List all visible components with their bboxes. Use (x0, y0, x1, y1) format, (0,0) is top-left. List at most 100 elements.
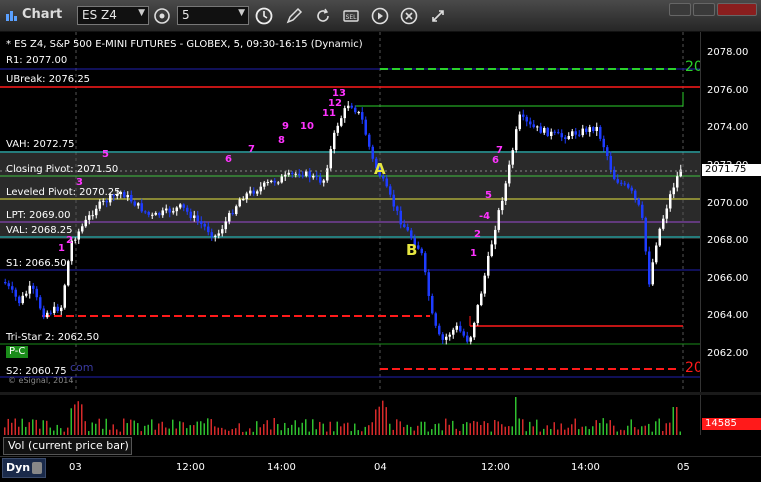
volume-bar (175, 428, 177, 435)
lock-icon[interactable] (32, 462, 42, 474)
volume-bar (70, 408, 72, 435)
price-bar-body (648, 251, 651, 285)
chevron-down-icon[interactable]: ▼ (138, 8, 145, 18)
volume-bar (368, 425, 370, 435)
volume-bar (501, 424, 503, 435)
volume-bar (396, 419, 398, 435)
volume-bar (546, 425, 548, 435)
price-bar-body (476, 305, 479, 323)
screenshot-icon[interactable]: SEL (341, 6, 361, 26)
price-bar-body (567, 136, 570, 140)
volume-bar (644, 425, 646, 435)
price-bar-body (574, 131, 577, 135)
volume-pane[interactable] (0, 395, 700, 435)
volume-bar (378, 406, 380, 435)
price-bar-body (280, 176, 283, 183)
price-chart[interactable] (0, 32, 700, 392)
volume-bar (298, 427, 300, 435)
symbol-options-icon[interactable] (152, 6, 172, 26)
volume-bar (284, 422, 286, 435)
price-bar-body (305, 171, 308, 176)
price-bar-body (88, 215, 91, 220)
volume-bar (249, 428, 251, 435)
link-icon[interactable] (428, 6, 448, 26)
countdown-label: 13 (332, 88, 346, 99)
volume-label-box[interactable]: Vol (current price bar) (3, 437, 132, 455)
volume-bar (42, 420, 44, 435)
price-bar-body (151, 214, 154, 216)
chevron-down-icon[interactable]: ▼ (238, 8, 245, 18)
price-bar-body (207, 226, 210, 233)
volume-bar (193, 425, 195, 435)
price-tick: 2078.00 (707, 47, 749, 58)
interval-input[interactable]: 5 ▼ (177, 6, 249, 25)
volume-bar (581, 426, 583, 435)
volume-bar (354, 423, 356, 435)
price-bar-body (21, 295, 24, 304)
dyn-label: Dyn (6, 461, 31, 474)
close-icon[interactable] (399, 6, 419, 26)
volume-bar (403, 427, 405, 435)
price-bar-body (434, 313, 437, 326)
price-bar-body (571, 131, 574, 137)
price-bar-body (210, 232, 213, 237)
price-bar-body (368, 134, 371, 147)
price-bar-body (665, 208, 668, 219)
countdown-label: 7 (496, 145, 503, 156)
window-close-button[interactable] (717, 3, 757, 16)
volume-bar (427, 431, 429, 435)
level-label-ubreak: UBreak: 2076.25 (6, 74, 91, 85)
minimize-button[interactable] (669, 3, 691, 16)
time-tick: 04 (374, 462, 387, 473)
volume-bar (123, 418, 125, 435)
play-icon[interactable] (370, 6, 390, 26)
volume-bar (165, 427, 167, 435)
price-bar-body (357, 112, 360, 114)
volume-bar (280, 430, 282, 435)
level-label-leveled-pivot: Leveled Pivot: 2070.25 (6, 187, 121, 198)
volume-bar (161, 421, 163, 435)
maximize-button[interactable] (693, 3, 715, 16)
svg-text:SEL: SEL (346, 14, 358, 21)
price-bar-body (623, 183, 626, 185)
price-bar-body (81, 226, 84, 232)
pencil-icon[interactable] (284, 6, 304, 26)
time-tick: 05 (677, 462, 690, 473)
countdown-label: 6 (225, 154, 232, 165)
volume-bar (613, 425, 615, 435)
dyn-button[interactable]: Dyn (2, 458, 46, 478)
volume-bar (497, 421, 499, 435)
volume-bar (578, 429, 580, 435)
volume-bar (21, 418, 23, 435)
volume-bar (350, 431, 352, 435)
volume-bar (11, 422, 13, 435)
refresh-icon[interactable] (313, 6, 333, 26)
volume-bar (305, 419, 307, 435)
price-bar-body (487, 255, 490, 276)
volume-bar (399, 421, 401, 435)
volume-bar (277, 424, 279, 435)
countdown-label: 5 (102, 149, 109, 160)
volume-bar (662, 431, 664, 435)
price-bar-body (515, 129, 518, 151)
price-bar-body (329, 149, 332, 169)
price-bar-body (256, 191, 259, 194)
price-bar-body (235, 206, 238, 215)
price-bar-body (431, 295, 434, 314)
countdown-label: 8 (278, 135, 285, 146)
price-bar-body (592, 127, 595, 132)
clock-icon[interactable] (254, 6, 274, 26)
price-bar-body (644, 217, 647, 252)
copyright-text: © eSignal, 2014 (8, 376, 74, 385)
volume-bar (417, 425, 419, 435)
symbol-input[interactable]: ES Z4 ▼ (77, 6, 149, 25)
volume-bar (182, 422, 184, 435)
volume-bar (424, 421, 426, 435)
price-bar-body (200, 221, 203, 224)
level-label-vah: VAH: 2072.75 (6, 139, 75, 150)
price-bar-body (438, 325, 441, 335)
price-bar-body (189, 211, 192, 218)
watermark-text: com (70, 361, 94, 374)
volume-bar (361, 431, 363, 435)
volume-bar (641, 426, 643, 435)
